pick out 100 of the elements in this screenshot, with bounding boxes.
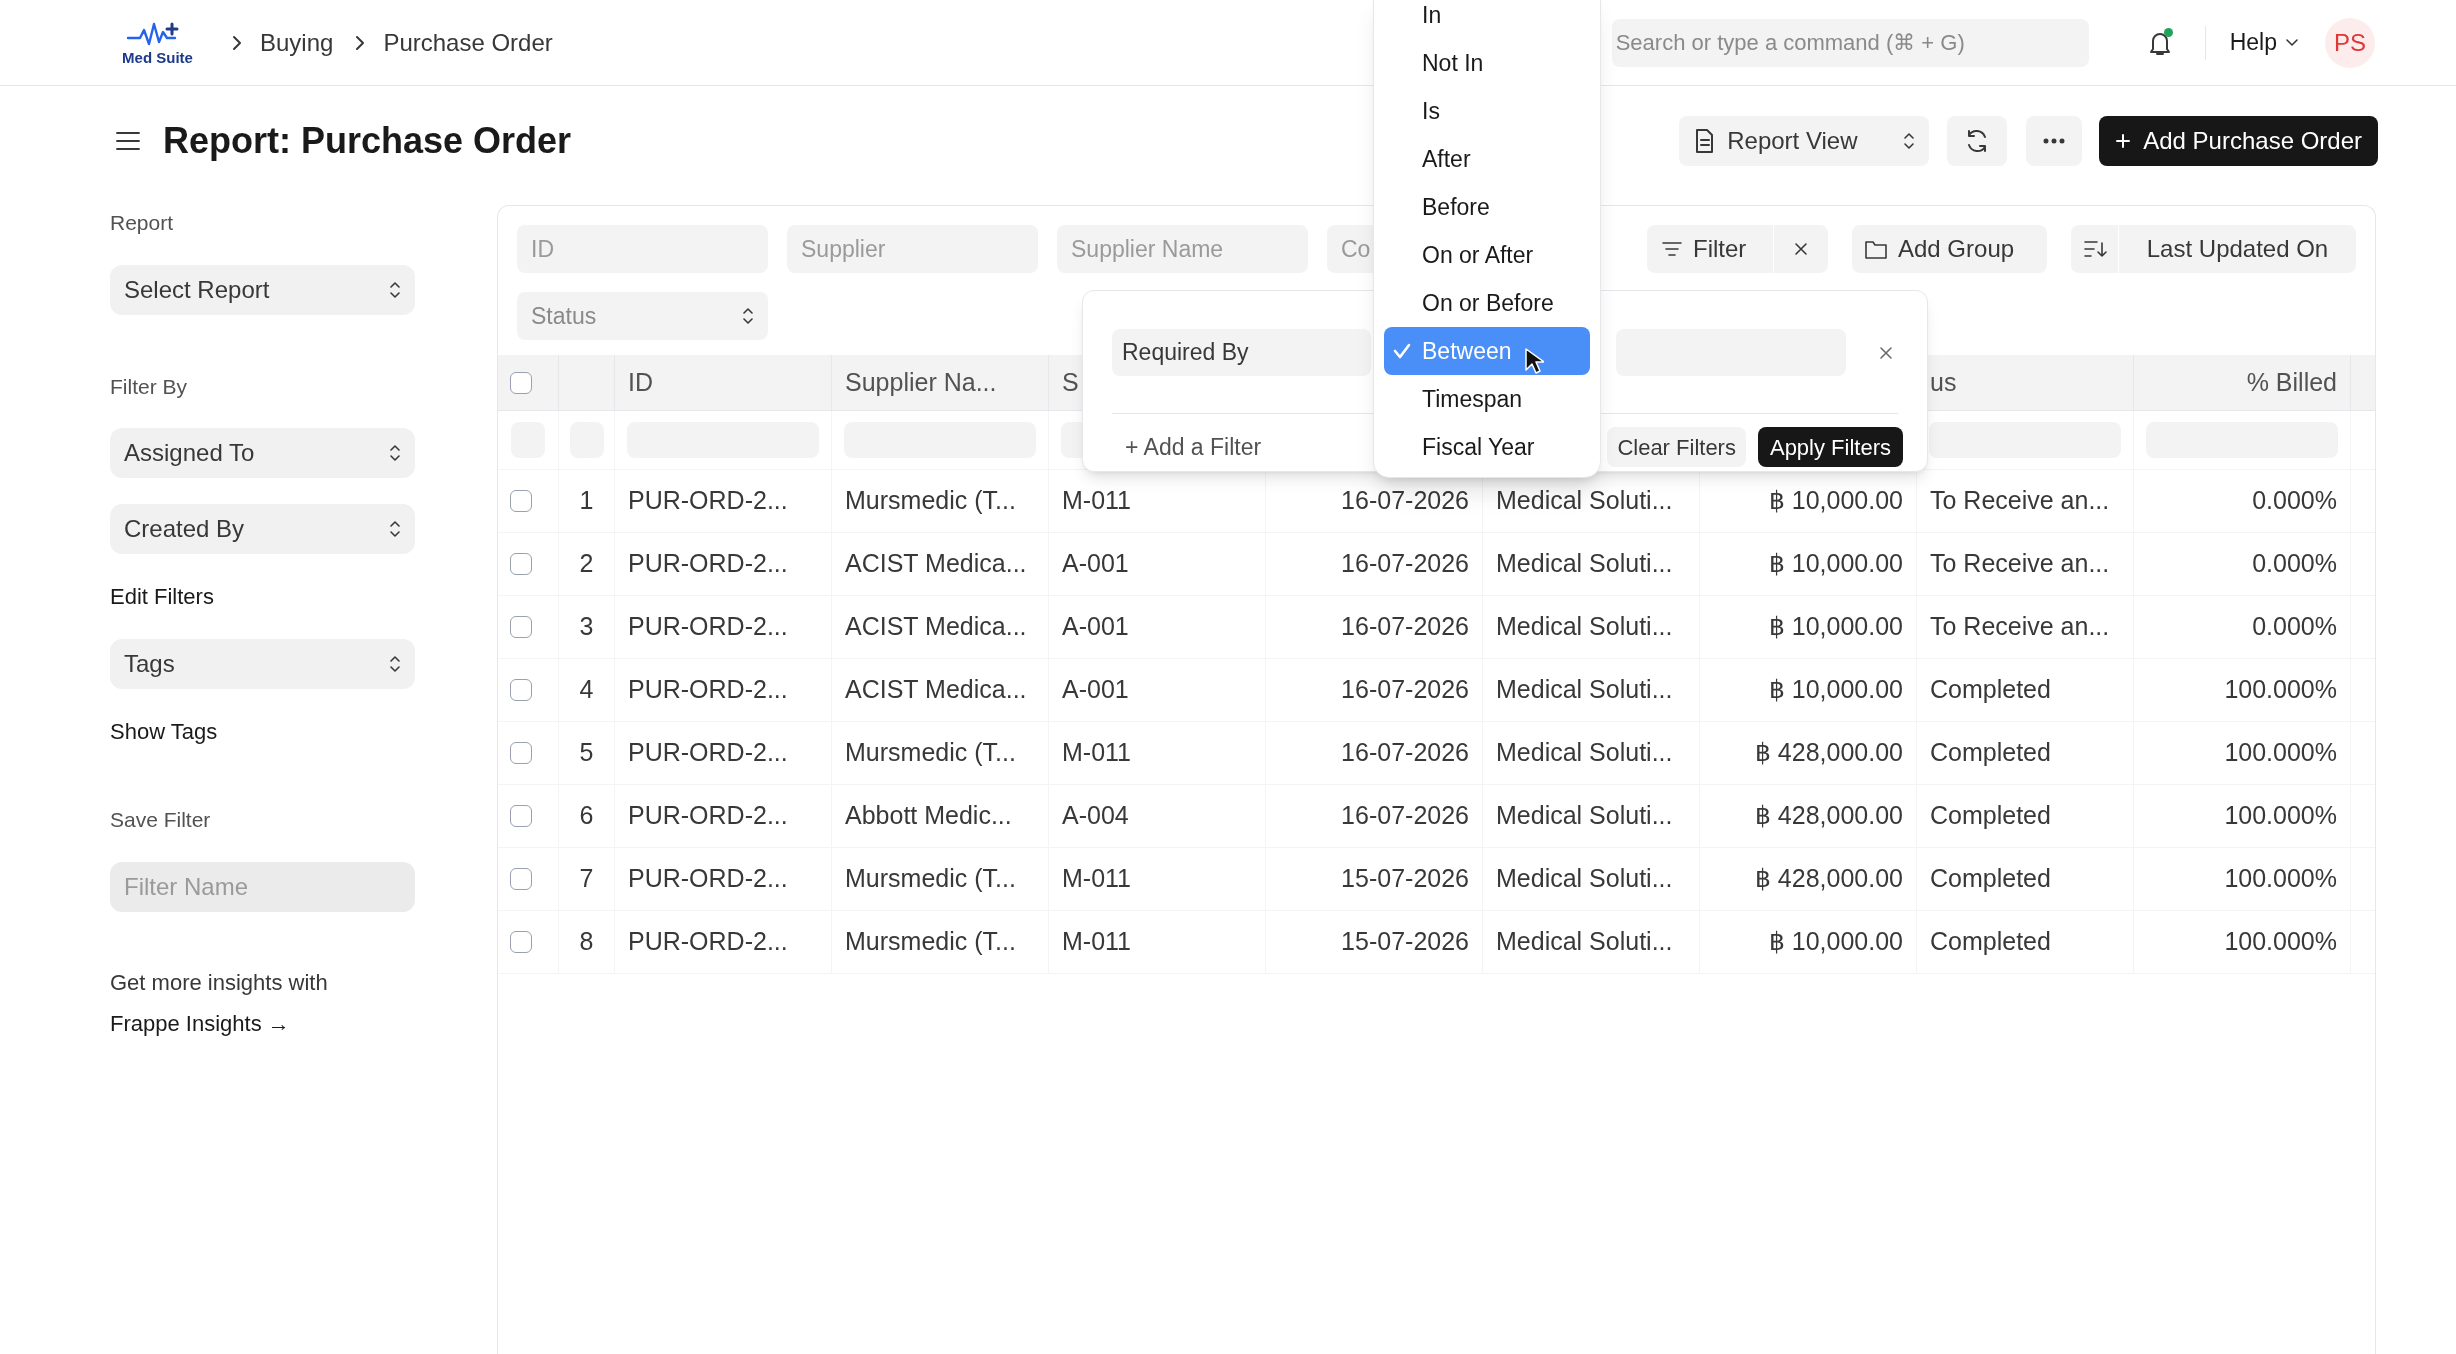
table-cell-text: Medical Soluti... — [1496, 611, 1673, 643]
table-cell-text: PUR-ORD-2... — [628, 674, 788, 706]
table-cell-text: 15-07-2026 — [1341, 926, 1469, 958]
column-filter-field[interactable] — [1929, 422, 2121, 458]
apply-filters-button[interactable]: Apply Filters — [1757, 427, 1903, 467]
add-purchase-order-button[interactable]: Add Purchase Order — [2099, 116, 2378, 166]
row-number: 5 — [579, 737, 594, 769]
row-checkbox[interactable] — [510, 931, 532, 953]
table-cell-text: ฿ 10,000.00 — [1768, 485, 1903, 517]
row-checkbox[interactable] — [510, 490, 532, 512]
row-checkbox[interactable] — [510, 553, 532, 575]
operator-option[interactable]: On or After — [1384, 231, 1590, 279]
breadcrumb-link[interactable]: Purchase Order — [383, 24, 553, 61]
clear-filter-button[interactable] — [1774, 225, 1828, 273]
table-cell-text: A-001 — [1062, 611, 1129, 643]
operator-option[interactable]: Not In — [1384, 39, 1590, 87]
row-number: 7 — [579, 863, 594, 895]
table-cell-text: 100.000% — [2224, 863, 2337, 895]
column-header[interactable]: % Billed — [2246, 363, 2337, 402]
menu-icon[interactable] — [115, 130, 141, 152]
table-cell-text: ACIST Medica... — [845, 674, 1027, 706]
insights-text: Get more insights with — [110, 968, 329, 997]
operator-option[interactable]: Is — [1384, 87, 1590, 135]
row-checkbox[interactable] — [510, 371, 532, 394]
refresh-button[interactable] — [1947, 116, 2008, 166]
table-cell-text: Medical Soluti... — [1496, 926, 1673, 958]
row-checkbox[interactable] — [510, 742, 532, 764]
add-filter-button[interactable]: + Add a Filter — [1112, 429, 1262, 465]
user-avatar[interactable]: PS — [2325, 17, 2375, 68]
filter-button[interactable]: Filter — [1647, 225, 1773, 273]
sort-arrows-icon — [740, 306, 754, 326]
row-checkbox[interactable] — [510, 616, 532, 638]
sidebar-select[interactable]: Assigned To — [110, 428, 415, 478]
operator-option[interactable]: In — [1384, 0, 1590, 39]
table-cell-text: 0.000% — [2252, 485, 2337, 517]
table-cell-text: ACIST Medica... — [845, 611, 1027, 643]
table-cell-text: To Receive an... — [1930, 611, 2110, 643]
insights-link[interactable]: Frappe Insights → — [110, 1006, 290, 1040]
cursor-icon — [1524, 347, 1544, 375]
table-cell-text: Mursmedic (T... — [845, 737, 1016, 769]
close-icon — [1878, 344, 1894, 361]
table-cell-text: Completed — [1930, 674, 2051, 706]
table-cell-text: ACIST Medica... — [845, 548, 1027, 580]
sort-order-button[interactable] — [2071, 225, 2118, 273]
table-cell-text: ฿ 428,000.00 — [1754, 800, 1903, 832]
table-cell-text: A-001 — [1062, 674, 1129, 706]
report-view-select[interactable]: Report View — [1679, 116, 1930, 166]
sort-field-button[interactable]: Last Updated On — [2119, 225, 2356, 273]
sidebar-link[interactable]: Edit Filters — [110, 580, 214, 613]
table-cell-text: M-011 — [1062, 863, 1131, 895]
row-checkbox[interactable] — [510, 805, 532, 827]
table-cell-text: PUR-ORD-2... — [628, 611, 788, 643]
table-cell-text: Medical Soluti... — [1496, 548, 1673, 580]
operator-option[interactable]: Fiscal Year — [1384, 423, 1590, 471]
row-number: 1 — [579, 485, 594, 517]
operator-option[interactable]: Before — [1384, 183, 1590, 231]
filter-name-field[interactable]: Filter Name — [110, 861, 415, 912]
operator-option[interactable]: On or Before — [1384, 279, 1590, 327]
column-header[interactable]: S — [1062, 363, 1079, 402]
table-cell-text: To Receive an... — [1930, 485, 2110, 517]
more-button[interactable] — [2026, 116, 2083, 166]
column-header[interactable]: Supplier Na... — [845, 363, 997, 402]
clear-filters-button[interactable]: Clear Filters — [1607, 427, 1746, 467]
table-cell-text: PUR-ORD-2... — [628, 863, 788, 895]
table-cell-text: M-011 — [1062, 926, 1131, 958]
operator-option[interactable]: Timespan — [1384, 375, 1590, 423]
row-checkbox[interactable] — [510, 679, 532, 701]
sort-icon — [2082, 239, 2107, 259]
sidebar-select[interactable]: Tags — [110, 639, 415, 689]
sort-arrows-icon — [387, 443, 401, 463]
column-header[interactable]: us — [1930, 363, 1957, 402]
table-cell-text: PUR-ORD-2... — [628, 485, 788, 517]
table-cell-text: 16-07-2026 — [1341, 485, 1469, 517]
table-cell-text: 16-07-2026 — [1341, 737, 1469, 769]
filter-icon — [1661, 241, 1683, 257]
table-cell-text: Mursmedic (T... — [845, 863, 1016, 895]
table-cell-text: 16-07-2026 — [1341, 800, 1469, 832]
filter-field[interactable]: ID — [517, 225, 768, 273]
table-cell-text: Medical Soluti... — [1496, 737, 1673, 769]
sidebar-select[interactable]: Created By — [110, 504, 415, 554]
sidebar-select[interactable]: Select Report — [110, 264, 415, 315]
operator-option[interactable]: After — [1384, 135, 1590, 183]
breadcrumb-link[interactable]: Buying — [260, 24, 334, 61]
add-group-button[interactable]: Add Group — [1852, 225, 2047, 273]
table-cell-text: Medical Soluti... — [1496, 800, 1673, 832]
table-cell-text: Mursmedic (T... — [845, 926, 1016, 958]
table-cell-text: Completed — [1930, 737, 2051, 769]
search-field[interactable]: Search or type a command (⌘ + G) — [1611, 18, 2089, 67]
filter-field[interactable]: Supplier — [787, 225, 1038, 273]
column-header[interactable]: ID — [628, 363, 653, 402]
help-menu[interactable]: Help — [2229, 25, 2299, 60]
table-cell-text: ฿ 10,000.00 — [1768, 926, 1903, 958]
more-icon — [2042, 138, 2067, 144]
sidebar-link[interactable]: Show Tags — [110, 715, 218, 748]
chevron-down-icon — [2285, 37, 2299, 48]
filter-field-select[interactable]: Required By — [1112, 329, 1371, 376]
chevron-right-icon — [232, 34, 242, 51]
table-cell-text: 100.000% — [2224, 800, 2337, 832]
row-checkbox[interactable] — [510, 868, 532, 890]
filter-field[interactable]: Supplier Name — [1057, 225, 1308, 273]
